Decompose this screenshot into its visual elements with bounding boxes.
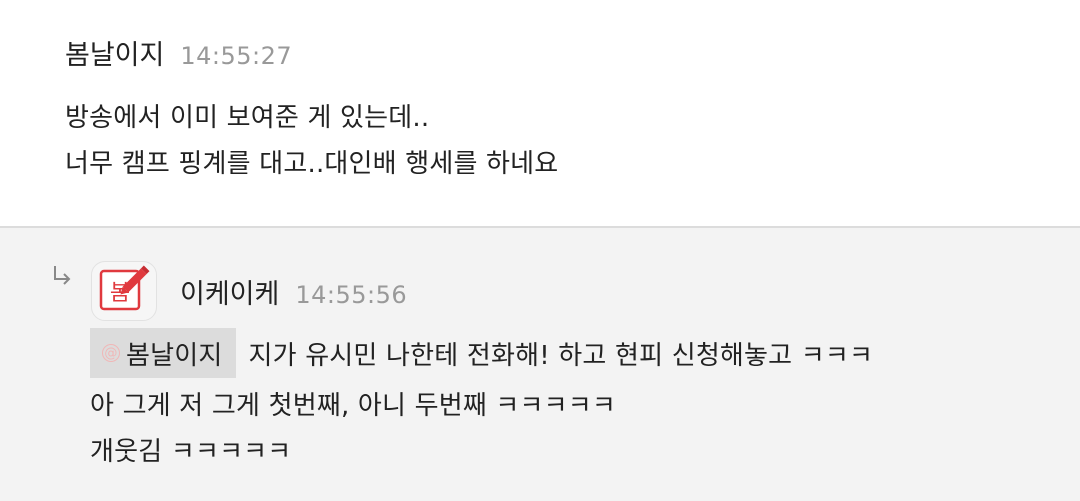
reply-text-line-1-content: 지가 유시민 나한테 전화해! 하고 현피 신청해놓고 ㅋㅋㅋ: [248, 340, 874, 371]
reply-meta: 이케이케 14:55:56: [180, 272, 407, 311]
comment-author[interactable]: 봄날이지: [65, 33, 164, 72]
mention-name: 봄날이지: [126, 340, 223, 371]
comment-text-line-2: 너무 캠프 핑계를 대고..대인배 행세를 하네요: [65, 149, 559, 179]
reply-author[interactable]: 이케이케: [180, 272, 279, 311]
reply-text-line-2: 아 그게 저 그게 첫번째, 아니 두번째 ㅋㅋㅋㅋㅋ: [90, 391, 616, 421]
reply-text-line-1: @ 봄날이지 지가 유시민 나한테 전화해! 하고 현피 신청해놓고 ㅋㅋㅋ: [90, 328, 873, 378]
comment-text-line-1: 방송에서 이미 보여준 게 있는데..: [65, 103, 430, 133]
comment-meta: 봄날이지 14:55:27: [65, 33, 292, 72]
reply-text-line-3: 개웃김 ㅋㅋㅋㅋㅋ: [90, 437, 292, 467]
avatar[interactable]: 봄: [91, 261, 157, 321]
comment-item: 봄날이지 14:55:27 방송에서 이미 보여준 게 있는데.. 너무 캠프 …: [0, 0, 1080, 226]
reply-timestamp: 14:55:56: [295, 281, 408, 309]
mention-tag[interactable]: @ 봄날이지: [90, 328, 237, 378]
at-sign-icon: @: [102, 344, 120, 362]
reply-item: 봄 이케이케 14:55:56 @ 봄날이지 지가 유시민 나한테 전화해! 하…: [0, 228, 1080, 501]
bom-pencil-avatar-icon: 봄: [99, 265, 150, 311]
reply-arrow-icon: [54, 266, 71, 285]
comment-timestamp: 14:55:27: [180, 42, 293, 70]
